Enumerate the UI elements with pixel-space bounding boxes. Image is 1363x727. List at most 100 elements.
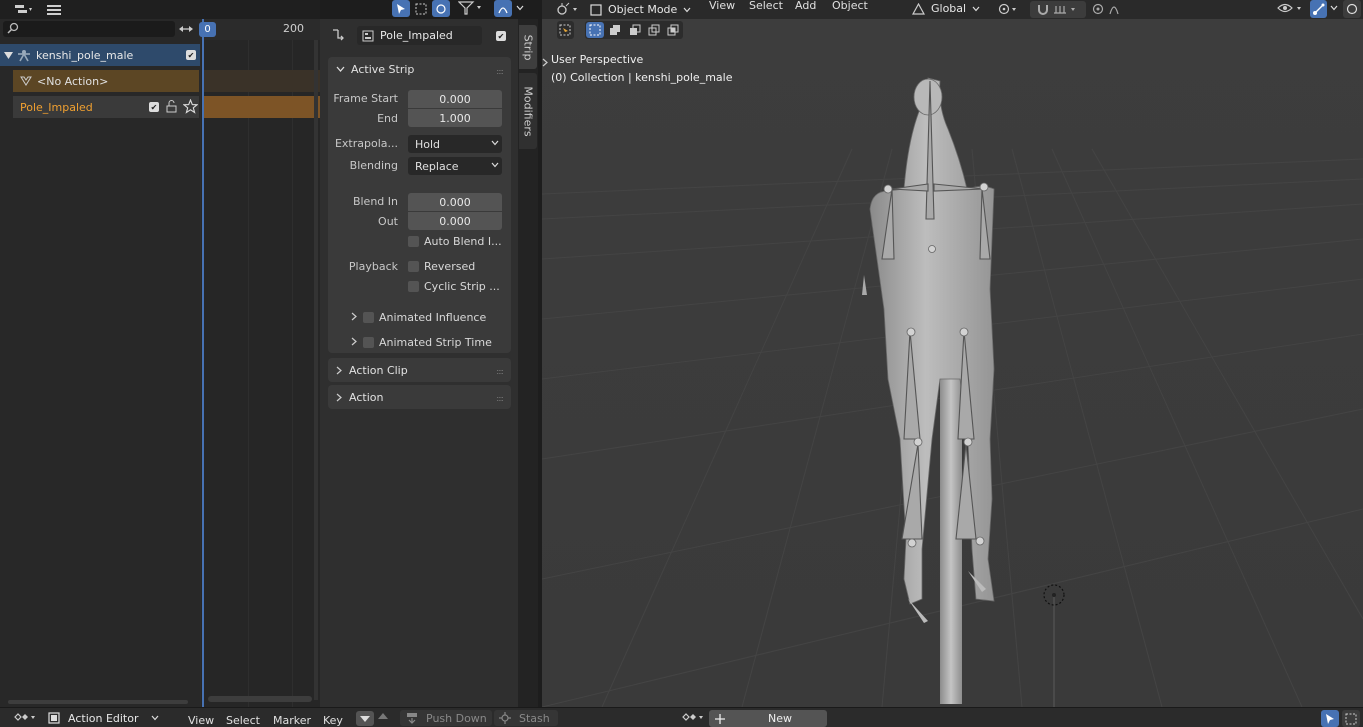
viewport-collection-text: (0) Collection | kenshi_pole_male <box>551 71 733 84</box>
blend-in-field[interactable]: 0.000 <box>408 193 502 211</box>
reversed-checkbox[interactable] <box>408 261 419 272</box>
viewport-scene <box>542 19 1363 707</box>
blending-dropdown[interactable]: Replace <box>408 157 502 175</box>
hamburger-menu-icon[interactable] <box>46 2 62 17</box>
tab-modifiers[interactable]: Modifiers <box>519 73 537 149</box>
select-invert-icon[interactable] <box>645 22 663 38</box>
editor-type-icon[interactable] <box>554 2 580 16</box>
blend-out-field[interactable]: 0.000 <box>408 212 502 230</box>
frame-end-field[interactable]: 1.000 <box>408 109 502 127</box>
menu-select[interactable]: Select <box>749 0 783 12</box>
tweak-tool-icon[interactable] <box>392 0 410 17</box>
extrapolation-dropdown[interactable]: Hold <box>408 135 502 153</box>
select-new-icon[interactable] <box>586 22 604 38</box>
bottom-menu-select[interactable]: Select <box>226 714 260 727</box>
action-clip-panel[interactable]: Action Clip :::: <box>328 358 511 382</box>
chevron-down-icon[interactable] <box>516 5 524 11</box>
animated-strip-time-checkbox[interactable] <box>363 337 374 348</box>
channel-scrollbar[interactable] <box>8 700 188 704</box>
select-subtract-icon[interactable] <box>626 22 644 38</box>
animated-influence-label[interactable]: Animated Influence <box>379 311 486 324</box>
editor-mode-dropdown[interactable]: Action Editor <box>48 710 174 726</box>
channel-no-action-row[interactable]: <No Action> <box>13 70 199 92</box>
editor-type-icon[interactable] <box>12 711 38 724</box>
channel-object-row[interactable]: kenshi_pole_male ✔ <box>0 44 200 66</box>
drag-handle-icon[interactable]: :::: <box>496 394 504 403</box>
proportional-edit-icon[interactable] <box>1092 2 1130 16</box>
channel-list <box>0 19 200 707</box>
channel-search-input[interactable] <box>3 21 175 37</box>
select-tool-icon[interactable] <box>557 21 574 39</box>
chevron-down-icon <box>491 162 499 168</box>
transform-orientation-dropdown[interactable]: Global <box>912 0 988 17</box>
bottom-menu-marker[interactable]: Marker <box>273 714 311 727</box>
cyclic-checkbox[interactable] <box>408 281 419 292</box>
box-select-tool-icon[interactable] <box>412 0 430 17</box>
animated-influence-checkbox[interactable] <box>363 312 374 323</box>
chevron-down-icon <box>491 140 499 146</box>
blending-label: Blending <box>349 159 398 172</box>
filter-down-icon[interactable] <box>356 711 374 726</box>
auto-blend-label: Auto Blend I... <box>424 235 502 248</box>
snap-tool-icon[interactable] <box>432 0 450 17</box>
stash-button[interactable]: Stash <box>494 710 558 726</box>
gizmo-toggle-icon[interactable] <box>1310 0 1327 18</box>
swap-arrows-icon[interactable] <box>178 22 194 36</box>
select-extend-icon[interactable] <box>606 22 624 38</box>
menu-add[interactable]: Add <box>795 0 816 12</box>
area-divider[interactable] <box>538 0 542 707</box>
chevron-right-icon[interactable] <box>351 337 357 346</box>
armature-icon <box>17 48 31 62</box>
chevron-right-icon <box>336 393 342 402</box>
object-mode-dropdown[interactable]: Object Mode <box>590 1 694 18</box>
new-action-button[interactable]: New <box>709 710 827 727</box>
menu-object[interactable]: Object <box>832 0 868 12</box>
strip-name-field[interactable]: Pole_Impaled <box>357 26 482 45</box>
nla-timeline[interactable] <box>201 19 320 707</box>
auto-blend-checkbox[interactable] <box>408 236 419 247</box>
chevron-down-icon <box>972 6 980 12</box>
channel-track-row[interactable]: Pole_Impaled ✔ <box>13 96 199 118</box>
solo-star-icon[interactable] <box>183 99 198 114</box>
bottom-menu-key[interactable]: Key <box>323 714 343 727</box>
chevron-right-icon[interactable] <box>542 58 548 67</box>
filter-funnel-icon[interactable] <box>458 1 484 15</box>
strip-enable-checkbox[interactable]: ✔ <box>496 31 506 41</box>
track-mute-checkbox[interactable]: ✔ <box>149 102 159 112</box>
box-select-icon[interactable] <box>1342 710 1360 727</box>
orientation-value: Global <box>931 2 967 15</box>
visibility-eye-icon[interactable] <box>1277 1 1305 16</box>
drag-handle-icon[interactable]: :::: <box>496 67 504 76</box>
tab-strip[interactable]: Strip <box>519 25 537 69</box>
snap-magnet-icon[interactable] <box>1030 1 1086 18</box>
playhead[interactable] <box>202 19 204 707</box>
active-strip-header[interactable]: Active Strip :::: <box>328 57 511 81</box>
animated-strip-time-label[interactable]: Animated Strip Time <box>379 336 492 349</box>
pivot-point-icon[interactable] <box>997 2 1019 16</box>
menu-view[interactable]: View <box>709 0 735 12</box>
select-intersect-icon[interactable] <box>664 22 682 38</box>
timeline-no-action-lane <box>204 70 320 92</box>
object-enable-checkbox[interactable]: ✔ <box>186 50 196 60</box>
action-panel[interactable]: Action :::: <box>328 385 511 409</box>
timeline-vscroll[interactable] <box>314 40 318 700</box>
frame-start-field[interactable]: 0.000 <box>408 90 502 108</box>
nla-strip-pole-impaled[interactable] <box>204 96 320 118</box>
filter-up-icon[interactable] <box>378 712 388 720</box>
current-frame-badge[interactable]: 0 <box>199 22 216 37</box>
timeline-scrollbar[interactable] <box>208 696 312 702</box>
drag-handle-icon[interactable]: :::: <box>496 367 504 376</box>
editor-type-icon[interactable] <box>12 2 36 17</box>
timeline-ruler[interactable]: 200 <box>201 19 320 40</box>
chevron-right-icon[interactable] <box>351 312 357 321</box>
push-down-button[interactable]: Push Down <box>400 710 492 726</box>
chevron-down-icon[interactable] <box>1330 5 1338 11</box>
lock-icon[interactable] <box>165 100 179 113</box>
action-browse-icon[interactable] <box>680 711 706 724</box>
expand-triangle-icon[interactable] <box>4 51 13 60</box>
3d-viewport[interactable] <box>542 19 1363 707</box>
auto-snap-icon[interactable] <box>494 0 512 17</box>
bottom-menu-view[interactable]: View <box>188 714 214 727</box>
cursor-select-icon[interactable] <box>1321 710 1339 727</box>
overlay-toggle-icon[interactable] <box>1343 0 1361 18</box>
